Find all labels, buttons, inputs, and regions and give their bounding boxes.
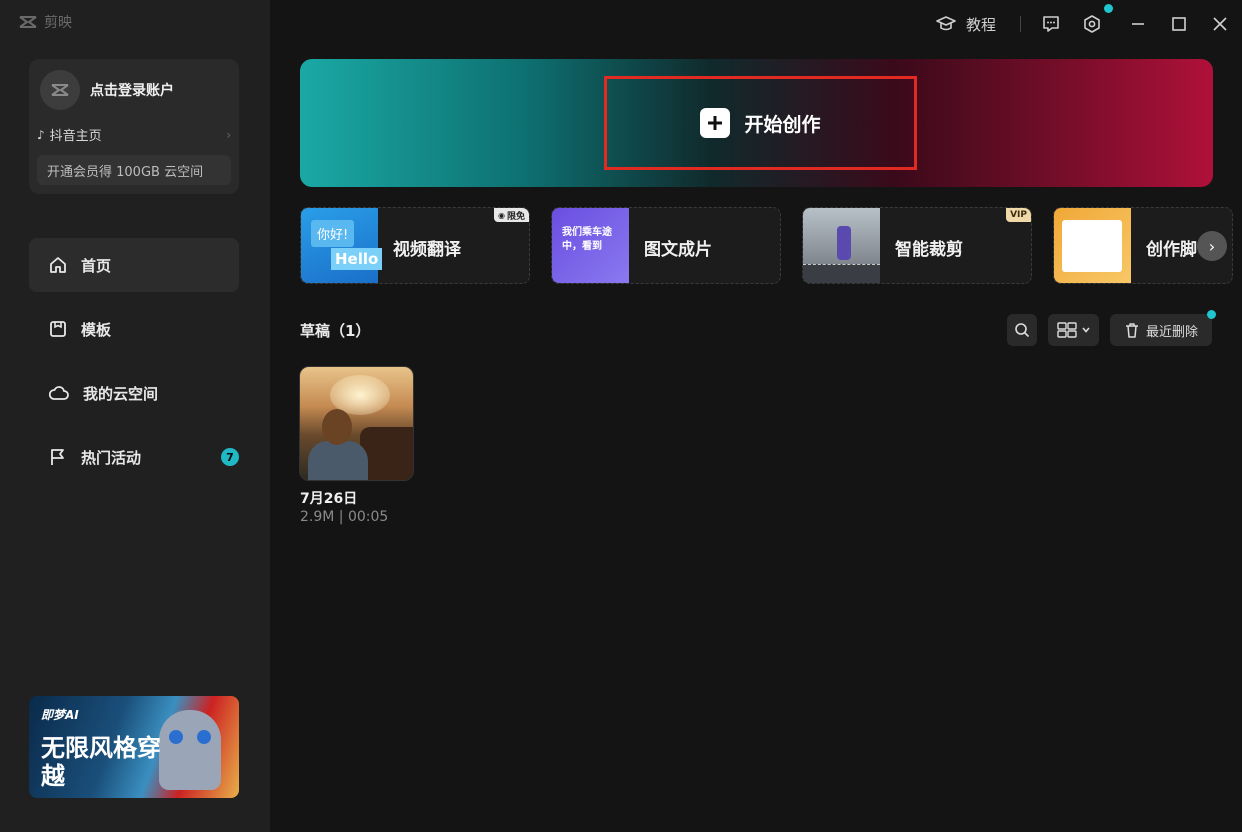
- minimize-icon: [1132, 23, 1144, 25]
- sidebar-nav: 首页 模板 我的云空间 热门活动 7: [29, 238, 239, 494]
- account-card: 点击登录账户 ♪ 抖音主页 › 开通会员得 100GB 云空间: [29, 59, 239, 194]
- feedback-button[interactable]: [1042, 12, 1060, 36]
- sidebar-item-templates[interactable]: 模板: [29, 302, 239, 356]
- recently-deleted-button[interactable]: 最近删除: [1110, 314, 1212, 346]
- search-icon: [1015, 323, 1030, 338]
- feature-label: 创作脚: [1146, 240, 1197, 260]
- capcut-logo-icon: [19, 16, 37, 28]
- thumb-text-chinese: 你好!: [311, 220, 355, 247]
- promo-banner[interactable]: 即梦AI 无限风格穿越: [29, 696, 239, 798]
- free-tag: ◉ 限免: [494, 208, 529, 222]
- search-drafts-button[interactable]: [1007, 314, 1037, 346]
- thumb-person-head: [322, 409, 352, 445]
- plus-icon: [700, 108, 731, 138]
- vip-offer-button[interactable]: 开通会员得 100GB 云空间: [37, 155, 231, 185]
- view-mode-dropdown[interactable]: [1048, 314, 1099, 346]
- sidebar-item-cloud[interactable]: 我的云空间: [29, 366, 239, 420]
- text-to-video-thumbnail: 我们乘车途中，看到: [552, 208, 629, 283]
- start-creating-banner[interactable]: 开始创作: [300, 59, 1213, 187]
- start-creating-label: 开始创作: [744, 113, 821, 136]
- skater-figure: [837, 226, 851, 260]
- divider: [1020, 16, 1021, 32]
- trash-icon: [1125, 323, 1138, 338]
- capcut-avatar-icon: [51, 84, 69, 96]
- douyin-home-link[interactable]: ♪ 抖音主页 ›: [37, 125, 231, 145]
- settings-notification-dot: [1104, 4, 1113, 13]
- free-tag-label: 限免: [506, 211, 525, 222]
- chevron-right-icon: ›: [1208, 236, 1216, 256]
- sidebar-item-label: 热门活动: [81, 448, 142, 467]
- feature-label: 智能裁剪: [895, 240, 963, 260]
- activity-count-badge: 7: [221, 448, 239, 466]
- sidebar: 剪映 点击登录账户 ♪ 抖音主页 › 开通会员得 100GB 云空间 首页 模板…: [0, 0, 270, 832]
- maximize-button[interactable]: [1171, 12, 1187, 36]
- close-icon: [1213, 17, 1227, 31]
- features-next-button[interactable]: ›: [1197, 231, 1227, 261]
- minimize-button[interactable]: [1130, 12, 1146, 36]
- sidebar-item-activities[interactable]: 热门活动: [29, 430, 239, 484]
- drafts-title: 草稿（1）: [300, 322, 371, 340]
- app-logo: 剪映: [18, 12, 72, 32]
- crop-guide: [803, 264, 880, 283]
- title-bar: 教程: [270, 0, 1242, 48]
- douyin-icon: ♪: [37, 127, 45, 142]
- draft-meta: 2.9M | 00:05: [300, 509, 389, 525]
- recently-deleted-label: 最近删除: [1145, 324, 1198, 340]
- grid-view-icon: [1056, 322, 1077, 338]
- thumb-car: [360, 427, 413, 480]
- sidebar-item-label: 我的云空间: [83, 384, 159, 403]
- video-translate-thumbnail: 你好! Hello: [301, 208, 383, 283]
- vip-tag: VIP: [1006, 208, 1031, 222]
- settings-button[interactable]: [1083, 12, 1101, 36]
- sidebar-item-home[interactable]: 首页: [29, 238, 239, 292]
- chevron-right-icon: ›: [226, 127, 231, 142]
- script-thumbnail: [1054, 208, 1131, 283]
- tutorial-label: 教程: [966, 15, 997, 34]
- feature-text-to-video[interactable]: 我们乘车途中，看到 图文成片: [551, 207, 781, 284]
- thumb-person-body: [308, 441, 368, 480]
- recently-deleted-dot: [1207, 310, 1216, 319]
- thumb-text: 我们乘车途中，看到: [562, 227, 612, 252]
- feature-smart-crop[interactable]: 智能裁剪 VIP: [802, 207, 1032, 284]
- home-icon: [50, 257, 66, 273]
- flag-icon: [51, 449, 64, 465]
- script-doc-preview: [1062, 220, 1122, 272]
- feature-label: 图文成片: [644, 240, 712, 260]
- settings-icon: [1084, 15, 1100, 33]
- feature-label: 视频翻译: [393, 240, 461, 260]
- smart-crop-thumbnail: [803, 208, 880, 283]
- template-icon: [50, 321, 66, 337]
- sidebar-item-label: 首页: [81, 256, 112, 275]
- draft-thumbnail[interactable]: [299, 366, 414, 481]
- chevron-down-icon: [1081, 327, 1090, 333]
- douyin-label: 抖音主页: [49, 129, 102, 144]
- login-link[interactable]: 点击登录账户: [90, 80, 174, 100]
- avatar[interactable]: [40, 70, 80, 110]
- promo-brand: 即梦AI: [41, 708, 79, 722]
- sidebar-item-label: 模板: [81, 320, 112, 339]
- tutorial-button[interactable]: 教程: [936, 12, 996, 36]
- message-icon: [1043, 16, 1059, 32]
- promo-title: 无限风格穿越: [41, 734, 161, 790]
- maximize-icon: [1172, 17, 1186, 31]
- feature-video-translate[interactable]: 你好! Hello 视频翻译 ◉ 限免: [300, 207, 530, 284]
- clock-icon: ◉: [498, 210, 505, 220]
- thumb-text-english: Hello: [331, 248, 383, 270]
- close-button[interactable]: [1212, 12, 1228, 36]
- draft-date: 7月26日: [300, 491, 358, 507]
- graduation-cap-icon: [936, 16, 956, 31]
- start-creating-button[interactable]: 开始创作: [604, 76, 917, 170]
- cloud-icon: [49, 386, 69, 400]
- app-name: 剪映: [44, 15, 72, 31]
